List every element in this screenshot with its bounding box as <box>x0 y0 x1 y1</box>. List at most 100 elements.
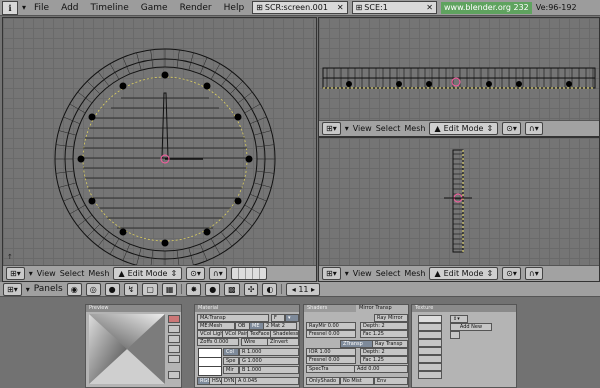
tab-shaders[interactable]: Shaders <box>304 305 356 312</box>
snap-magnet-icon[interactable]: ∩▾ <box>524 122 543 135</box>
transp-fresnel-slider[interactable]: Fresnel 0.00 <box>306 356 356 364</box>
onlyshadow-button[interactable]: OnlyShado <box>306 377 340 385</box>
texture-channel-7[interactable] <box>418 363 442 371</box>
script-context-icon[interactable]: ◎ <box>85 282 101 296</box>
texture-channel-4[interactable] <box>418 339 442 347</box>
world-subcontext-icon[interactable]: ◐ <box>262 282 278 296</box>
window-type-icon[interactable]: ⊞▾ <box>322 122 341 135</box>
spectra-slider[interactable]: SpecTra <box>306 365 356 373</box>
clock-mesh-end[interactable] <box>319 138 599 266</box>
clock-mesh-side[interactable] <box>319 18 599 121</box>
material-index-field[interactable]: 2 Mat 2 <box>263 322 297 330</box>
nomist-button[interactable]: No Mist <box>340 377 374 385</box>
header-collapse-icon[interactable]: ▾ <box>29 269 33 278</box>
window-type-icon[interactable]: ⊞▾ <box>3 282 22 296</box>
viewport-top-right[interactable]: ⊞▾ ▾ View Select Mesh ▲ Edit Mode ⇕ ⊙▾ ∩▾ <box>318 17 600 137</box>
preview-hair-button[interactable] <box>168 355 180 363</box>
vcol-paint-button[interactable]: VCol Paint <box>222 330 250 338</box>
snap-magnet-icon[interactable]: ∩▾ <box>208 267 227 280</box>
scene-name[interactable]: SCE:1 <box>364 2 424 13</box>
g-slider[interactable]: G 1.000 <box>239 357 299 365</box>
r-slider[interactable]: R 1.000 <box>239 348 299 356</box>
preview-world-button[interactable] <box>168 371 180 379</box>
layer-buttons[interactable] <box>230 267 267 280</box>
preview-cube-button[interactable] <box>168 335 180 343</box>
menu-mesh[interactable]: Mesh <box>88 269 109 278</box>
menu-game[interactable]: Game <box>137 3 172 13</box>
ior-slider[interactable]: IOR 1.00 <box>306 348 356 356</box>
col-button[interactable]: Col <box>223 348 239 356</box>
menu-file[interactable]: File <box>30 3 53 13</box>
menu-view[interactable]: View <box>353 269 372 278</box>
shadeless-button[interactable]: Shadeless <box>270 330 299 338</box>
mode-selector[interactable]: ▲ Edit Mode ⇕ <box>429 122 499 135</box>
material-fake-user-button[interactable]: F <box>271 314 285 322</box>
frame-counter[interactable]: ◂ 11 ▸ <box>286 282 321 296</box>
add-slider[interactable]: Add 0.00 <box>354 365 408 373</box>
menu-view[interactable]: View <box>37 269 56 278</box>
scene-context-icon[interactable]: ▦ <box>161 282 178 296</box>
texture-channel-3[interactable] <box>418 331 442 339</box>
mirror-depth-field[interactable]: Depth: 2 <box>360 322 408 330</box>
screen-close-icon[interactable]: ✕ <box>337 2 344 13</box>
editing-context-icon[interactable]: ▢ <box>142 282 158 296</box>
header-collapse-icon[interactable]: ▾ <box>345 269 349 278</box>
mode-selector[interactable]: ▲ Edit Mode ⇕ <box>429 267 499 280</box>
object-context-icon[interactable]: ↯ <box>123 282 139 296</box>
screen-browse-icon[interactable]: ⊞ <box>256 2 263 13</box>
menu-chevron-icon[interactable]: ▾ <box>22 3 26 12</box>
mode-selector[interactable]: ▲ Edit Mode ⇕ <box>113 267 183 280</box>
frame-number[interactable]: 11 <box>298 285 308 294</box>
menu-mesh[interactable]: Mesh <box>404 124 425 133</box>
screen-name[interactable]: SCR:screen.001 <box>265 2 335 13</box>
clock-mesh[interactable] <box>3 18 316 266</box>
ztransp-button[interactable]: ZTransp <box>340 340 374 348</box>
menu-select[interactable]: Select <box>376 124 401 133</box>
viewport-left[interactable]: ↑ ⊞▾ ▾ View Select Mesh ▲ Edit Mode ⇕ ⊙▾ ∩… <box>2 17 317 282</box>
env-button[interactable]: Env <box>374 377 408 385</box>
snap-magnet-icon[interactable]: ∩▾ <box>524 267 543 280</box>
pivot-icon[interactable]: ⊙▾ <box>502 267 521 280</box>
texture-channel-8[interactable] <box>418 371 442 379</box>
texture-channel-6[interactable] <box>418 355 442 363</box>
zinvert-button[interactable]: ZInvert <box>267 338 299 346</box>
lamp-subcontext-icon[interactable]: ✸ <box>186 282 202 296</box>
header-collapse-icon[interactable]: ▾ <box>345 124 349 133</box>
scene-browse-icon[interactable]: ⊞ <box>356 2 363 13</box>
material-menu-button[interactable]: ▾ <box>285 314 299 322</box>
menu-render[interactable]: Render <box>176 3 216 13</box>
logic-context-icon[interactable]: ◉ <box>66 282 82 296</box>
alpha-slider[interactable]: A 0.045 <box>235 377 299 385</box>
texture-browse-button[interactable]: ⇕▾ <box>450 315 468 323</box>
scene-selector[interactable]: ⊞ SCE:1 ✕ <box>351 1 437 14</box>
transp-fac-slider[interactable]: Fac 1.25 <box>360 356 408 364</box>
window-type-icon[interactable]: ⊞▾ <box>6 267 25 280</box>
screen-selector[interactable]: ⊞ SCR:screen.001 ✕ <box>252 1 348 14</box>
spe-button[interactable]: Spe <box>223 357 239 365</box>
pivot-icon[interactable]: ⊙▾ <box>186 267 205 280</box>
mirror-fac-slider[interactable]: Fac 1.25 <box>360 330 408 338</box>
transp-depth-field[interactable]: Depth: 2 <box>360 348 408 356</box>
wire-button[interactable]: Wire <box>241 338 269 346</box>
radio-subcontext-icon[interactable]: ✣ <box>243 282 259 296</box>
texture-channel-1[interactable] <box>418 315 442 323</box>
texture-channel-5[interactable] <box>418 347 442 355</box>
material-mesh-field[interactable]: ME:Mesh <box>197 322 235 330</box>
menu-view[interactable]: View <box>353 124 372 133</box>
vcol-light-button[interactable]: VCol Light <box>197 330 225 338</box>
menu-help[interactable]: Help <box>220 3 249 13</box>
menu-select[interactable]: Select <box>376 269 401 278</box>
mir-swatch[interactable] <box>198 366 222 376</box>
preview-sphere-button[interactable] <box>168 325 180 333</box>
dyn-button[interactable]: DYN <box>221 377 236 385</box>
texture-subcontext-icon[interactable]: ▩ <box>224 282 240 296</box>
texture-small-button[interactable] <box>450 331 460 339</box>
b-slider[interactable]: B 1.000 <box>239 366 299 374</box>
menu-mesh[interactable]: Mesh <box>404 269 425 278</box>
window-type-icon[interactable]: ⊞▾ <box>322 267 341 280</box>
preview-monkey-button[interactable] <box>168 345 180 353</box>
viewport-bottom-right[interactable]: ⊞▾ ▾ View Select Mesh ▲ Edit Mode ⇕ ⊙▾ ∩▾ <box>318 137 600 282</box>
menu-timeline[interactable]: Timeline <box>87 3 133 13</box>
menu-select[interactable]: Select <box>60 269 85 278</box>
mir-button[interactable]: Mir <box>223 366 239 374</box>
